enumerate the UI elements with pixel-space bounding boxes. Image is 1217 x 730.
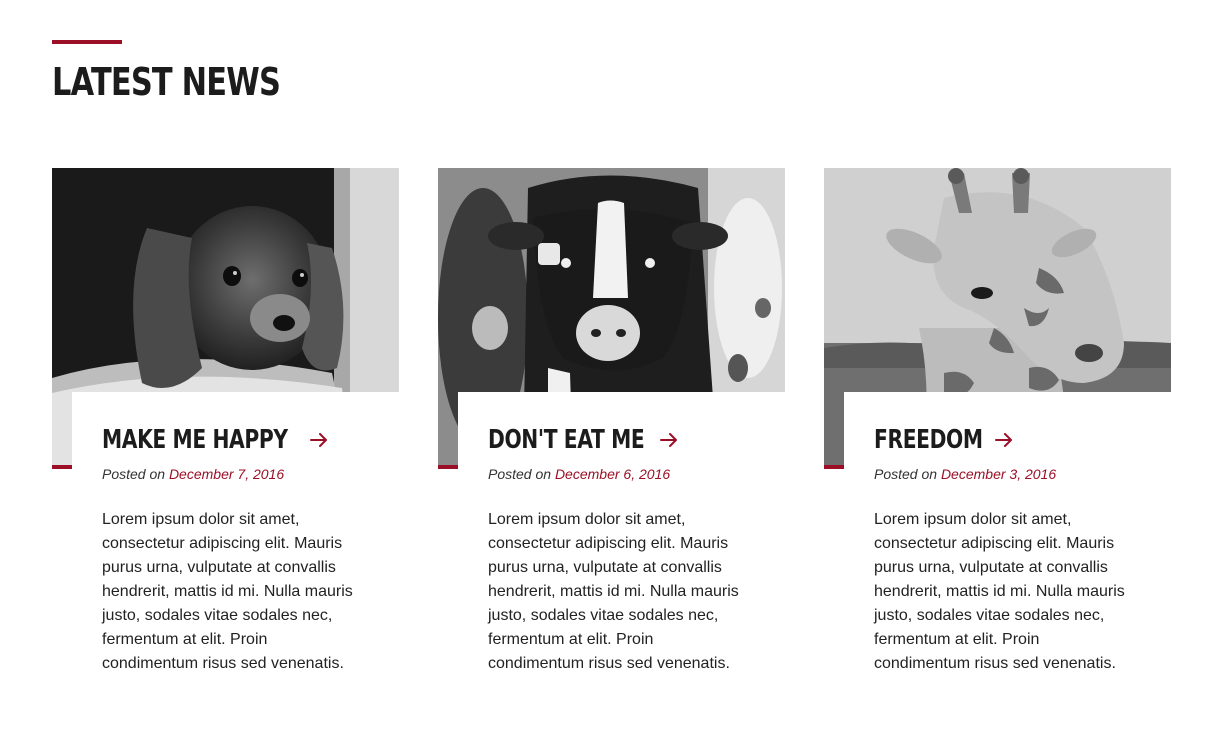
arrow-right-icon[interactable]: [995, 433, 1013, 447]
card-title[interactable]: DON'T EAT ME: [488, 422, 645, 458]
card-title[interactable]: FREEDOM: [874, 422, 983, 458]
news-card: MAKE ME HAPPY Posted on December 7, 2016…: [52, 168, 399, 688]
arrow-right-icon[interactable]: [309, 433, 328, 447]
posted-on-label: Posted on: [102, 466, 169, 482]
post-meta: Posted on December 7, 2016: [102, 464, 369, 484]
post-excerpt: Lorem ipsum dolor sit amet, consectetur …: [102, 511, 353, 672]
card-title-link[interactable]: MAKE ME HAPPY: [102, 422, 369, 458]
post-date-link[interactable]: December 6, 2016: [555, 466, 670, 482]
posted-on-label: Posted on: [874, 466, 941, 482]
post-excerpt: Lorem ipsum dolor sit amet, consectetur …: [488, 511, 739, 672]
card-body: DON'T EAT ME Posted on December 6, 2016 …: [458, 392, 785, 688]
card-accent-bar: [824, 465, 844, 469]
card-body: FREEDOM Posted on December 3, 2016 Lorem…: [844, 392, 1171, 688]
post-date-link[interactable]: December 7, 2016: [169, 466, 284, 482]
card-title[interactable]: MAKE ME HAPPY: [102, 422, 288, 458]
post-meta: Posted on December 6, 2016: [488, 464, 755, 484]
section-title: LATEST NEWS: [52, 60, 281, 104]
card-accent-bar: [438, 465, 458, 469]
section-title-rule: [52, 40, 122, 44]
card-title-link[interactable]: DON'T EAT ME: [488, 422, 755, 458]
post-date-link[interactable]: December 3, 2016: [941, 466, 1056, 482]
card-title-link[interactable]: FREEDOM: [874, 422, 1141, 458]
posted-on-label: Posted on: [488, 466, 555, 482]
news-card: FREEDOM Posted on December 3, 2016 Lorem…: [824, 168, 1171, 688]
card-accent-bar: [52, 465, 72, 469]
arrow-right-icon[interactable]: [660, 433, 678, 447]
post-excerpt: Lorem ipsum dolor sit amet, consectetur …: [874, 511, 1125, 672]
card-body: MAKE ME HAPPY Posted on December 7, 2016…: [72, 392, 399, 688]
news-card: DON'T EAT ME Posted on December 6, 2016 …: [438, 168, 785, 688]
post-meta: Posted on December 3, 2016: [874, 464, 1141, 484]
